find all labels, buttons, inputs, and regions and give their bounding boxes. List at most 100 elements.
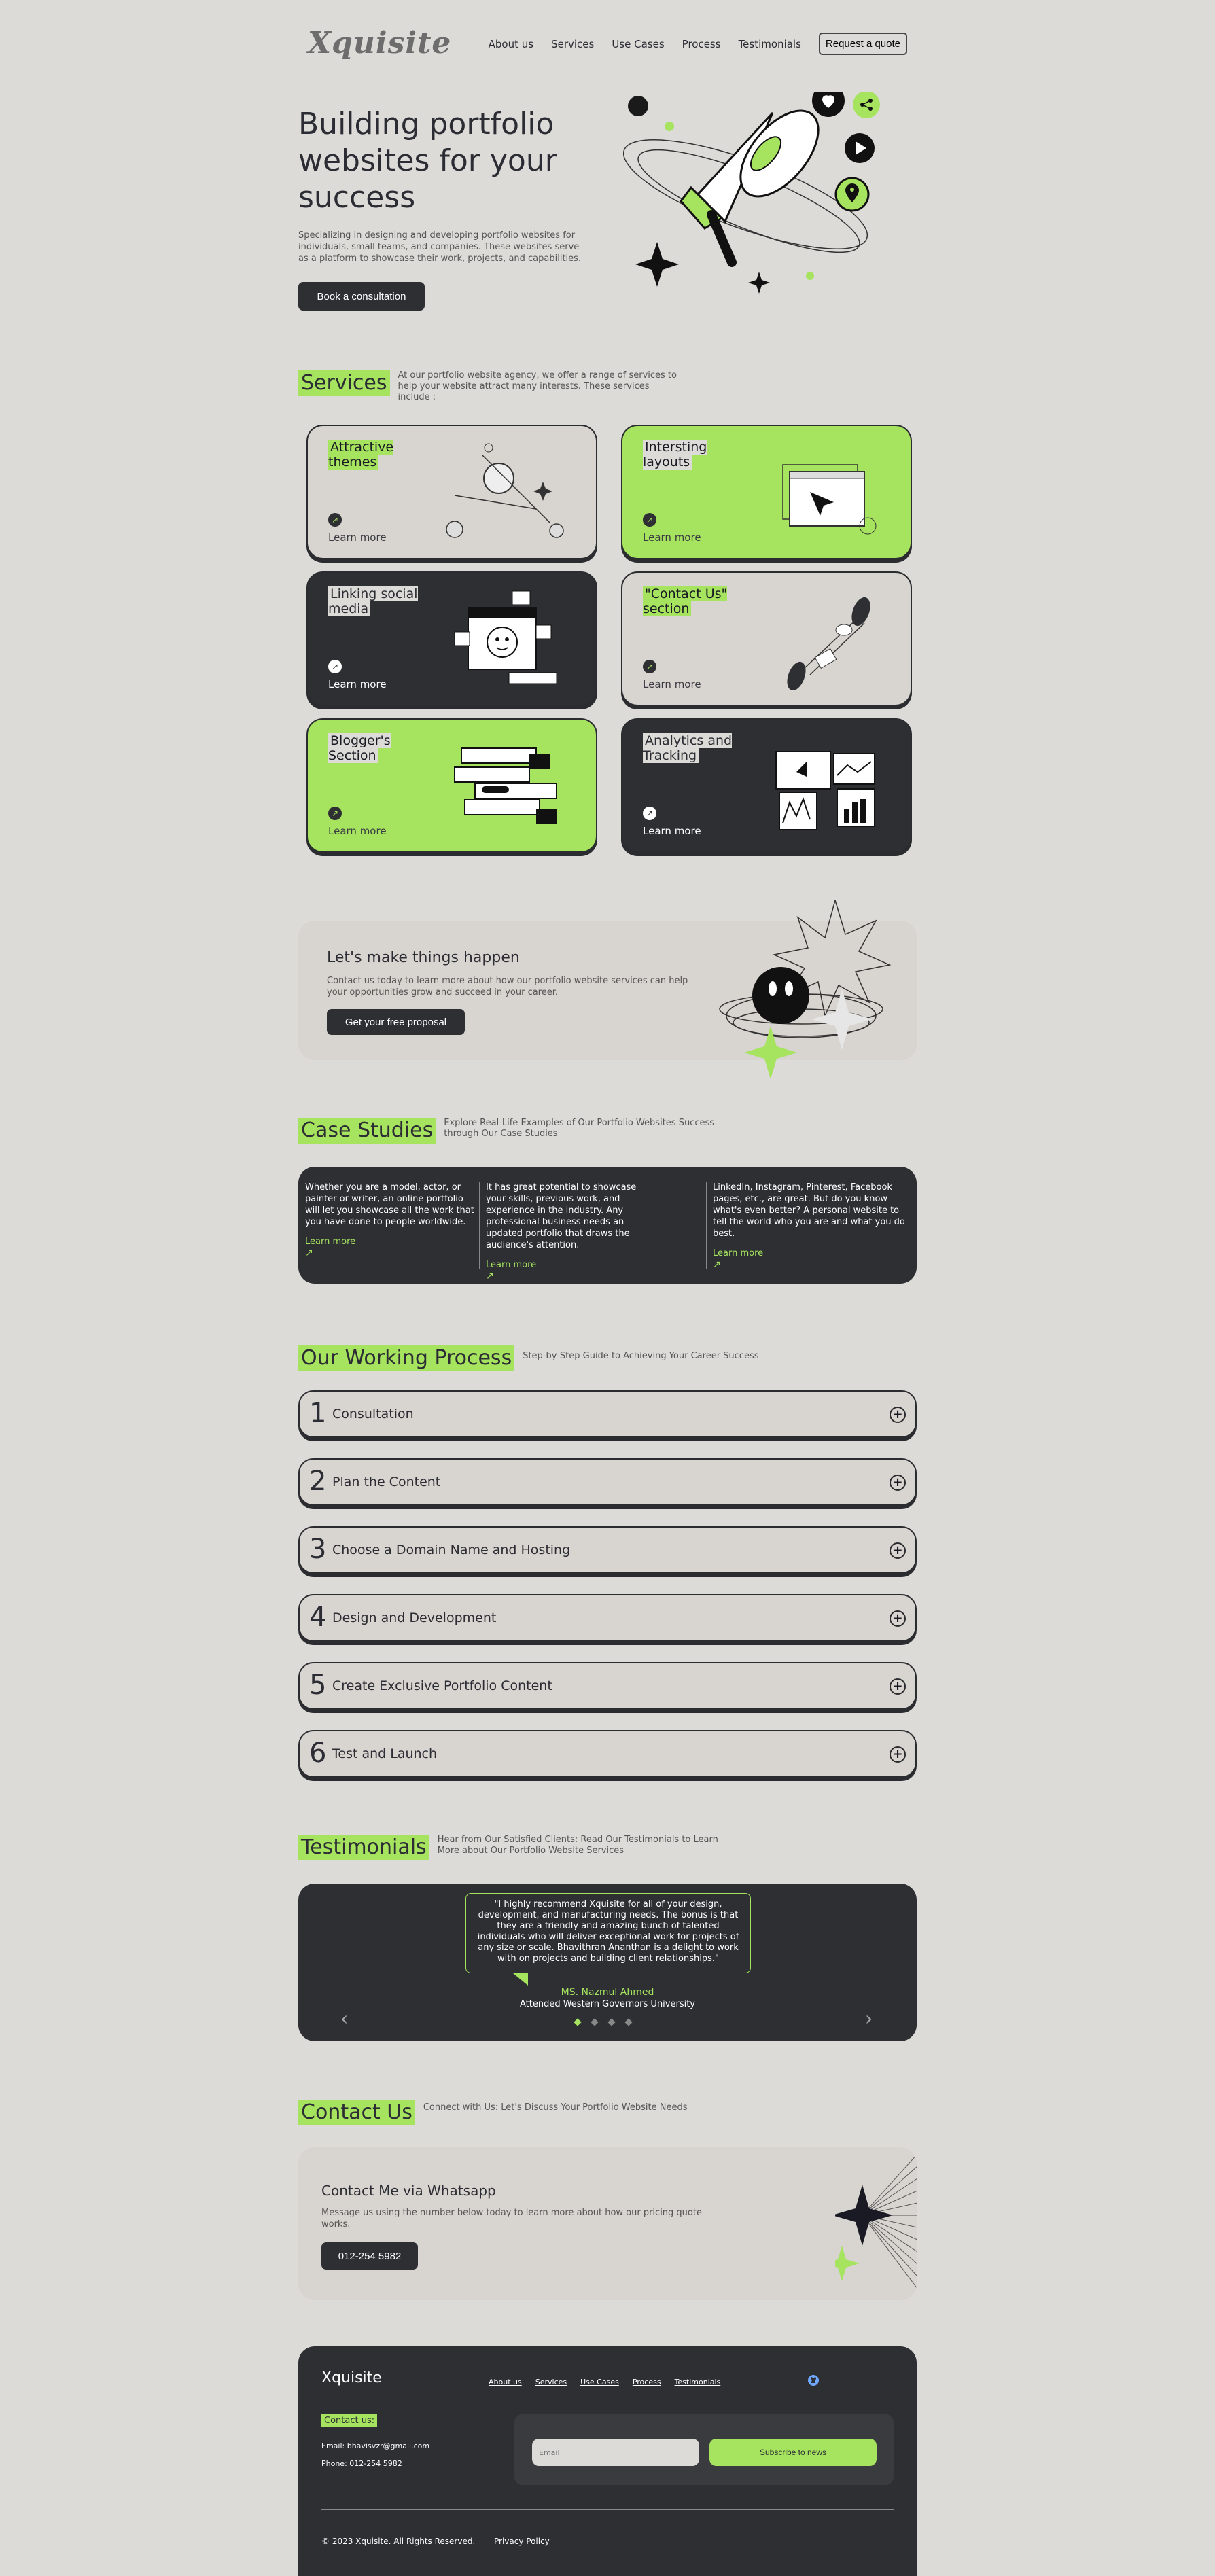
step-number: 4 (309, 1602, 327, 1633)
learn-more-link[interactable]: Learn more (643, 678, 701, 690)
chevron-right-icon[interactable]: › (865, 2007, 873, 2030)
footer-links: About us Services Use Cases Process Test… (489, 2378, 720, 2386)
footer-link-about[interactable]: About us (489, 2378, 522, 2386)
learn-more-link[interactable]: Learn more (486, 1259, 656, 1271)
process-header: Our Working Process Step-by-Step Guide t… (298, 1345, 808, 1371)
plus-icon[interactable]: + (890, 1610, 906, 1627)
service-card-contact[interactable]: "Contact Us" section ↗ Learn more (621, 571, 912, 706)
process-step-1[interactable]: 1 Consultation + (298, 1390, 917, 1438)
request-quote-button[interactable]: Request a quote (818, 33, 907, 55)
cta-banner: Let's make things happen Contact us toda… (298, 900, 917, 1079)
services-header: Services At our portfolio website agency… (298, 370, 684, 403)
service-card-layouts[interactable]: Intersting layouts ↗ Learn more (621, 425, 912, 559)
plus-icon[interactable]: + (890, 1542, 906, 1559)
service-card-themes[interactable]: Attractive themes ↗ Learn more (306, 425, 597, 559)
chevron-left-icon[interactable]: ‹ (340, 2007, 348, 2030)
testimonial-author: MS. Nazmul Ahmed (561, 1987, 654, 1998)
logo[interactable]: Xquisite (308, 26, 451, 60)
carousel-dot[interactable] (624, 2018, 633, 2026)
footer-link-process[interactable]: Process (633, 2378, 661, 2386)
learn-more-link[interactable]: Learn more (328, 825, 387, 837)
testimonials-title: Testimonials (298, 1835, 429, 1860)
arrow-icon[interactable]: ↗ (305, 1248, 475, 1259)
step-title: Design and Development (332, 1610, 497, 1625)
divider (706, 1182, 707, 1269)
plus-icon[interactable]: + (890, 1407, 906, 1423)
learn-more-link[interactable]: Learn more (305, 1236, 475, 1248)
social-media-illustration (454, 590, 557, 684)
plus-icon[interactable]: + (890, 1746, 906, 1763)
learn-more-link[interactable]: Learn more (713, 1248, 910, 1259)
book-consultation-button[interactable]: Book a consultation (298, 282, 425, 311)
process-step-3[interactable]: 3 Choose a Domain Name and Hosting + (298, 1526, 917, 1574)
service-card-title: Linking social media (328, 586, 418, 616)
nav-link-process[interactable]: Process (682, 38, 721, 50)
get-proposal-button[interactable]: Get your free proposal (327, 1009, 465, 1035)
blog-illustration (454, 747, 557, 824)
plus-icon[interactable]: + (890, 1475, 906, 1491)
step-title: Choose a Domain Name and Hosting (332, 1542, 571, 1557)
megaphone-illustration (623, 92, 880, 294)
testimonials-section: Testimonials Hear from Our Satisfied Cli… (298, 1835, 917, 2045)
case-study-text: Whether you are a model, actor, or paint… (305, 1182, 474, 1227)
nav-link-testimonials[interactable]: Testimonials (739, 38, 801, 50)
footer-email: Email: bhavisvzr@gmail.com (321, 2441, 430, 2450)
contact-section: Contact Us Connect with Us: Let's Discus… (298, 2100, 917, 2304)
carousel-dot[interactable] (591, 2018, 599, 2026)
step-title: Consultation (332, 1407, 414, 1422)
privacy-policy-link[interactable]: Privacy Policy (494, 2537, 550, 2546)
subscribe-button[interactable]: Subscribe to news (709, 2439, 877, 2466)
learn-more-link[interactable]: Learn more (643, 531, 701, 544)
cta-title: Let's make things happen (327, 949, 520, 966)
arrow-icon[interactable]: ↗ (713, 1259, 910, 1271)
arrow-icon: ↗ (328, 513, 342, 527)
case-study-item: LinkedIn, Instagram, Pinterest, Facebook… (713, 1182, 910, 1271)
footer-logo[interactable]: Xquisite (321, 2369, 382, 2386)
testimonial-quote: "I highly recommend Xquisite for all of … (465, 1893, 751, 1973)
contact-card-title: Contact Me via Whatsapp (321, 2183, 496, 2199)
service-card-social[interactable]: Linking social media ↗ Learn more (306, 571, 597, 706)
cases-header: Case Studies Explore Real-Life Examples … (298, 1118, 729, 1144)
footer-link-testimonials[interactable]: Testimonials (675, 2378, 721, 2386)
case-study-item: Whether you are a model, actor, or paint… (305, 1182, 475, 1259)
footer-link-use-cases[interactable]: Use Cases (580, 2378, 619, 2386)
footer-contact-label: Contact us: (321, 2414, 378, 2427)
plus-icon[interactable]: + (890, 1678, 906, 1695)
service-card-blog[interactable]: Blogger's Section ↗ Learn more (306, 718, 597, 853)
github-icon[interactable] (808, 2375, 819, 2386)
step-title: Create Exclusive Portfolio Content (332, 1678, 552, 1693)
arrow-icon[interactable]: ↗ (486, 1271, 656, 1282)
process-step-5[interactable]: 5 Create Exclusive Portfolio Content + (298, 1662, 917, 1710)
footer-link-services[interactable]: Services (535, 2378, 567, 2386)
contact-illustration (787, 597, 870, 690)
process-step-4[interactable]: 4 Design and Development + (298, 1594, 917, 1642)
service-card-title: Intersting layouts (643, 440, 707, 470)
hero-section: Building portfolio websites for your suc… (298, 92, 917, 326)
nav-link-use-cases[interactable]: Use Cases (612, 38, 664, 50)
copyright: © 2023 Xquisite. All Rights Reserved. (321, 2537, 476, 2546)
nav-link-about[interactable]: About us (489, 38, 533, 50)
smiley-illustration (719, 900, 892, 1079)
carousel-dot[interactable] (574, 2018, 582, 2026)
service-card-analytics[interactable]: Analytics and Tracking ↗ Learn more (621, 718, 912, 853)
arrow-icon: ↗ (643, 513, 656, 527)
contact-card: Contact Me via Whatsapp Message us using… (298, 2147, 917, 2300)
process-step-2[interactable]: 2 Plan the Content + (298, 1458, 917, 1506)
whatsapp-phone-button[interactable]: 012-254 5982 (321, 2242, 418, 2270)
process-step-6[interactable]: 6 Test and Launch + (298, 1730, 917, 1778)
cases-title: Case Studies (298, 1118, 436, 1144)
learn-more-link[interactable]: Learn more (328, 531, 387, 544)
service-card-title: Attractive themes (328, 440, 394, 470)
testimonials-subtitle: Hear from Our Satisfied Clients: Read Ou… (437, 1835, 718, 1856)
carousel-dot[interactable] (608, 2018, 616, 2026)
newsletter-email-input[interactable] (532, 2439, 699, 2466)
case-study-text: It has great potential to showcase your … (486, 1182, 637, 1250)
top-nav: Xquisite About us Services Use Cases Pro… (298, 24, 917, 63)
testimonials-header: Testimonials Hear from Our Satisfied Cli… (298, 1835, 723, 1860)
learn-more-link[interactable]: Learn more (328, 678, 387, 690)
nav-link-services[interactable]: Services (551, 38, 594, 50)
step-number: 1 (309, 1398, 327, 1429)
testimonial-role: Attended Western Governors University (519, 1999, 696, 2009)
learn-more-link[interactable]: Learn more (643, 825, 701, 837)
step-number: 6 (309, 1737, 327, 1769)
